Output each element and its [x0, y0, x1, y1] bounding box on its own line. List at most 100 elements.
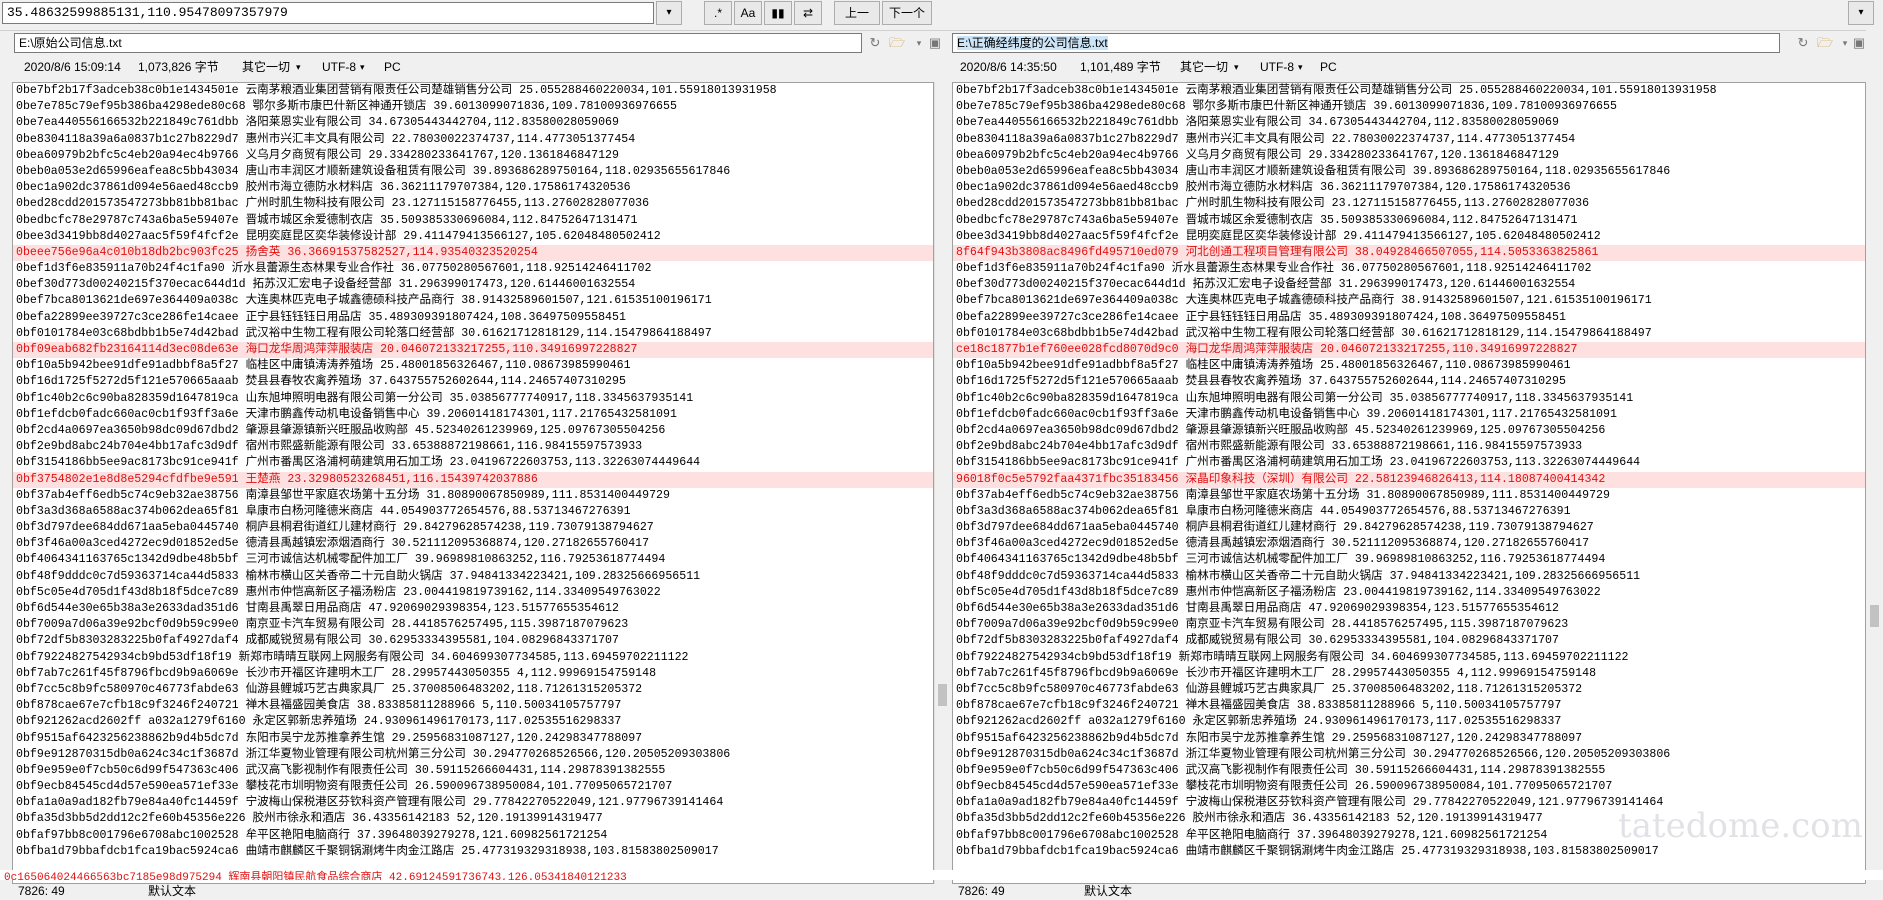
right-platform-label[interactable]: PC [1320, 57, 1337, 77]
right-scrollbar-thumb[interactable] [1870, 605, 1879, 627]
text-line[interactable]: 0bf9e959e0f7cb50c6d99f547363c406 武汉高飞影视制… [953, 763, 1865, 779]
text-line[interactable]: 0bef7bca8013621de697e364409a038c 大连奥林匹克电… [953, 293, 1865, 309]
left-syntax-mode[interactable]: 默认文本 [148, 882, 196, 900]
text-line[interactable]: 0bf10a5b942bee91dfe91adbbf8a5f27 临桂区中庸镇涛… [13, 358, 933, 374]
text-line[interactable]: 0bfba1d79bbafdcb1fca19bac5924ca6 曲靖市麒麟区千… [13, 844, 933, 860]
text-line[interactable]: 0bea60979b2bfc5c4eb20a94ec4b9766 义乌月夕商贸有… [953, 148, 1865, 164]
left-eol-chevron-icon[interactable]: ▾ [296, 57, 301, 77]
diff-line[interactable]: 0beee756e96a4c010b18db2bc903fc25 扬舍英 36.… [13, 244, 933, 262]
right-syntax-mode[interactable]: 默认文本 [1084, 882, 1132, 900]
text-line[interactable]: 0bf0101784e03c68bdbb1b5e74d42bad 武汉裕中生物工… [953, 326, 1865, 342]
text-line[interactable]: 0bf72df5b8303283225b0faf4927daf4 成都威锐贸易有… [953, 633, 1865, 649]
text-line[interactable]: 0bedbcfc78e29787c743a6ba5e59407e 晋城市城区余爱… [953, 213, 1865, 229]
left-open-folder-icon[interactable]: 🗁 [888, 35, 906, 51]
left-scrollbar-thumb[interactable] [938, 684, 947, 706]
text-line[interactable]: 0bed28cdd201573547273bb81bb81bac 广州时肌生物科… [953, 196, 1865, 212]
text-line[interactable]: 0bf10a5b942bee91dfe91adbbf8a5f27 临桂区中庸镇涛… [953, 358, 1865, 374]
right-file-path-input[interactable]: E:\正确经纬度的公司信息.txt [952, 33, 1780, 53]
text-line[interactable]: 0bf9515af6423256238862b9d4b5dc7d 东阳市吴宁龙苏… [953, 731, 1865, 747]
text-line[interactable]: 0be7e785c79ef95b386ba4298ede80c68 鄂尔多斯市康… [13, 99, 933, 115]
text-line[interactable]: 0be7bf2b17f3adceb38c0b1e1434501e 云南茅粮酒业集… [13, 83, 933, 99]
left-file-path-input[interactable]: E:\原始公司信息.txt [14, 33, 862, 53]
text-line[interactable]: 0bec1a902dc37861d094e56aed48ccb9 胶州市海立德防… [953, 180, 1865, 196]
text-line[interactable]: 0bf16d1725f5272d5f121e570665aaab 焚县县春牧农禽… [13, 374, 933, 390]
text-line[interactable]: 0bf79224827542934cb9bd53df18f19 新郑市晴晴互联网… [13, 650, 933, 666]
text-line[interactable]: 0bf7ab7c261f45f8796fbcd9b9a6069e 长沙市开福区许… [953, 666, 1865, 682]
text-line[interactable]: 0bedbcfc78e29787c743a6ba5e59407e 晋城市城区余爱… [13, 213, 933, 229]
text-line[interactable]: 0be7e785c79ef95b386ba4298ede80c68 鄂尔多斯市康… [953, 99, 1865, 115]
left-encoding-selector[interactable]: UTF-8 [322, 57, 356, 77]
text-line[interactable]: 0bf48f9dddc0c7d59363714ca44d5833 榆林市横山区关… [13, 569, 933, 585]
text-line[interactable]: 0bf9e912870315db0a624c34c1f3687d 浙江华夏物业管… [13, 747, 933, 763]
text-line[interactable]: 0bf7cc5c8b9fc580970c46773fabde63 仙游县鲤城巧艺… [13, 682, 933, 698]
right-refresh-icon[interactable]: ↻ [1794, 35, 1812, 51]
diff-line[interactable]: ce18c1877b1ef760ee028fcd8070d9c0 海口龙华周鸿萍… [953, 342, 1865, 359]
right-eol-chevron-icon[interactable]: ▾ [1234, 57, 1239, 77]
diff-line[interactable]: 0bf09eab682fb23164114d3ec08de63e 海口龙华周鸿萍… [13, 342, 933, 359]
text-line[interactable]: 0bef30d773d00240215f370ecac644d1d 拓苏汉汇宏电… [13, 277, 933, 293]
text-line[interactable]: 0bf3f46a00a3ced4272ec9d01852ed5e 德清县禹越镇宏… [953, 536, 1865, 552]
text-line[interactable]: 0bf48f9dddc0c7d59363714ca44d5833 榆林市横山区关… [953, 569, 1865, 585]
text-line[interactable]: 0bf9ecb84545cd4d57e590ea571ef33e 攀枝花市圳明物… [953, 779, 1865, 795]
text-line[interactable]: 0bfa1a0a9ad182fb79e84a40fc14459f 宁波梅山保税港… [13, 795, 933, 811]
text-line[interactable]: 0bf9e959e0f7cb50c6d99f547363c406 武汉高飞影视制… [13, 763, 933, 779]
text-line[interactable]: 0bf7ab7c261f45f8796fbcd9b9a6069e 长沙市开福区许… [13, 666, 933, 682]
text-line[interactable]: 0bf2cd4a0697ea3650b98dc09d67dbd2 肇源县肇源镇新… [13, 423, 933, 439]
left-eol-selector[interactable]: 其它一切 [242, 57, 290, 77]
text-line[interactable]: 0bfba1d79bbafdcb1fca19bac5924ca6 曲靖市麒麟区千… [953, 844, 1865, 860]
right-vertical-scrollbar[interactable] [1866, 30, 1883, 880]
text-line[interactable]: 0be7ea440556166532b221849c761dbb 洛阳莱恩实业有… [13, 115, 933, 131]
text-line[interactable]: 0bef7bca8013621de697e364409a038c 大连奥林匹克电… [13, 293, 933, 309]
text-line[interactable]: 0bf9515af6423256238862b9d4b5dc7d 东阳市吴宁龙苏… [13, 731, 933, 747]
text-line[interactable]: 0bf3f46a00a3ced4272ec9d01852ed5e 德清县禹越镇宏… [13, 536, 933, 552]
text-line[interactable]: 0bf4064341163765c1342d9dbe48b5bf 三河市诚信达机… [953, 552, 1865, 568]
left-encoding-chevron-icon[interactable]: ▾ [360, 57, 365, 77]
left-save-icon[interactable]: ▣ [926, 35, 944, 51]
text-line[interactable]: 0bf6d544e30e65b38a3e2633dad351d6 甘南县禹翠日用… [953, 601, 1865, 617]
diff-line[interactable]: 0bf3754802e1e8d8e5294cfdfbe9e591 王楚燕 23.… [13, 471, 933, 488]
text-line[interactable]: 0bef30d773d00240215f370ecac644d1d 拓苏汉汇宏电… [953, 277, 1865, 293]
left-vertical-scrollbar[interactable] [934, 82, 950, 884]
text-line[interactable]: 0befa22899ee39727c3ce286fe14caee 正宁县钰钰钰日… [953, 310, 1865, 326]
right-eol-selector[interactable]: 其它一切 [1180, 57, 1228, 77]
text-line[interactable]: 0bf4064341163765c1342d9dbe48b5bf 三河市诚信达机… [13, 552, 933, 568]
left-text-area[interactable]: 0be7bf2b17f3adceb38c0b1e1434501e 云南茅粮酒业集… [12, 82, 934, 884]
text-line[interactable]: 0bf3154186bb5ee9ac8173bc91ce941f 广州市番禺区洛… [953, 455, 1865, 471]
text-line[interactable]: 0be8304118a39a6a0837b1c27b8229d7 惠州市兴汇丰文… [13, 132, 933, 148]
text-line[interactable]: 0bf72df5b8303283225b0faf4927daf4 成都威锐贸易有… [13, 633, 933, 649]
text-line[interactable]: 0bf5c05e4d705d1f43d8b18f5dce7c89 惠州市仲恺高新… [13, 585, 933, 601]
search-history-dropdown[interactable]: ▾ [656, 1, 682, 25]
diff-line[interactable]: 8f64f943b3808ac8496fd495710ed079 河北创通工程项… [953, 244, 1865, 262]
text-line[interactable]: 0bf3d797dee684dd671aa5eba0445740 桐庐县桐君街道… [13, 520, 933, 536]
text-line[interactable]: 0bee3d3419bb8d4027aac5f59f4fcf2e 昆明奕庭昆区奕… [953, 229, 1865, 245]
text-line[interactable]: 0bf37ab4eff6edb5c74c9eb32ae38756 南漳县邹世平家… [13, 488, 933, 504]
text-line[interactable]: 0bf3a3d368a6588ac374b062dea65f81 阜康市白杨河隆… [953, 504, 1865, 520]
text-line[interactable]: 0bf16d1725f5272d5f121e570665aaab 焚县县春牧农禽… [953, 374, 1865, 390]
text-line[interactable]: 0befa22899ee39727c3ce286fe14caee 正宁县钰钰钰日… [13, 310, 933, 326]
right-encoding-selector[interactable]: UTF-8 [1260, 57, 1294, 77]
left-platform-label[interactable]: PC [384, 57, 401, 77]
text-line[interactable]: 0bf7009a7d06a39e92bcf0d9b59c99e0 南京亚卡汽车贸… [953, 617, 1865, 633]
match-case-button[interactable]: Aa [734, 1, 762, 25]
text-line[interactable]: 0bfa35d3bb5d2dd12c2fe60b45356e226 胶州市徐永和… [13, 811, 933, 827]
right-open-folder-icon[interactable]: 🗁 [1816, 35, 1834, 51]
text-line[interactable]: 0bf878cae67e7cfb18c9f3246f240721 禅木县福盛园美… [953, 698, 1865, 714]
find-next-button[interactable]: 下一个 [882, 1, 932, 25]
text-line[interactable]: 0bf3d797dee684dd671aa5eba0445740 桐庐县桐君街道… [953, 520, 1865, 536]
text-line[interactable]: 0bf7cc5c8b9fc580970c46773fabde63 仙游县鲤城巧艺… [953, 682, 1865, 698]
regex-toggle-button[interactable]: .* [704, 1, 732, 25]
text-line[interactable]: 0bf9e912870315db0a624c34c1f3687d 浙江华夏物业管… [953, 747, 1865, 763]
text-line[interactable]: 0bea60979b2bfc5c4eb20a94ec4b9766 义乌月夕商贸有… [13, 148, 933, 164]
text-line[interactable]: 0bf37ab4eff6edb5c74c9eb32ae38756 南漳县邹世平家… [953, 488, 1865, 504]
text-line[interactable]: 0be8304118a39a6a0837b1c27b8229d7 惠州市兴汇丰文… [953, 132, 1865, 148]
text-line[interactable]: 0bf2e9bd8abc24b704e4bb17afc3d9df 宿州市熙盛新能… [13, 439, 933, 455]
text-line[interactable]: 0bec1a902dc37861d094e56aed48ccb9 胶州市海立德防… [13, 180, 933, 196]
text-line[interactable]: 0bf0101784e03c68bdbb1b5e74d42bad 武汉裕中生物工… [13, 326, 933, 342]
text-line[interactable]: 0bf3154186bb5ee9ac8173bc91ce941f 广州市番禺区洛… [13, 455, 933, 471]
toolbar-dropdown-right[interactable]: ▾ [1848, 1, 1874, 25]
wrap-around-button[interactable]: ⇄ [794, 1, 822, 25]
text-line[interactable]: 0bf1c40b2c6c90ba828359d1647819ca 山东旭坤照明电… [953, 391, 1865, 407]
text-line[interactable]: 0bf6d544e30e65b38a3e2633dad351d6 甘南县禹翠日用… [13, 601, 933, 617]
text-line[interactable]: 0bf9ecb84545cd4d57e590ea571ef33e 攀枝花市圳明物… [13, 779, 933, 795]
text-line[interactable]: 0bf7009a7d06a39e92bcf0d9b59c99e0 南京亚卡汽车贸… [13, 617, 933, 633]
